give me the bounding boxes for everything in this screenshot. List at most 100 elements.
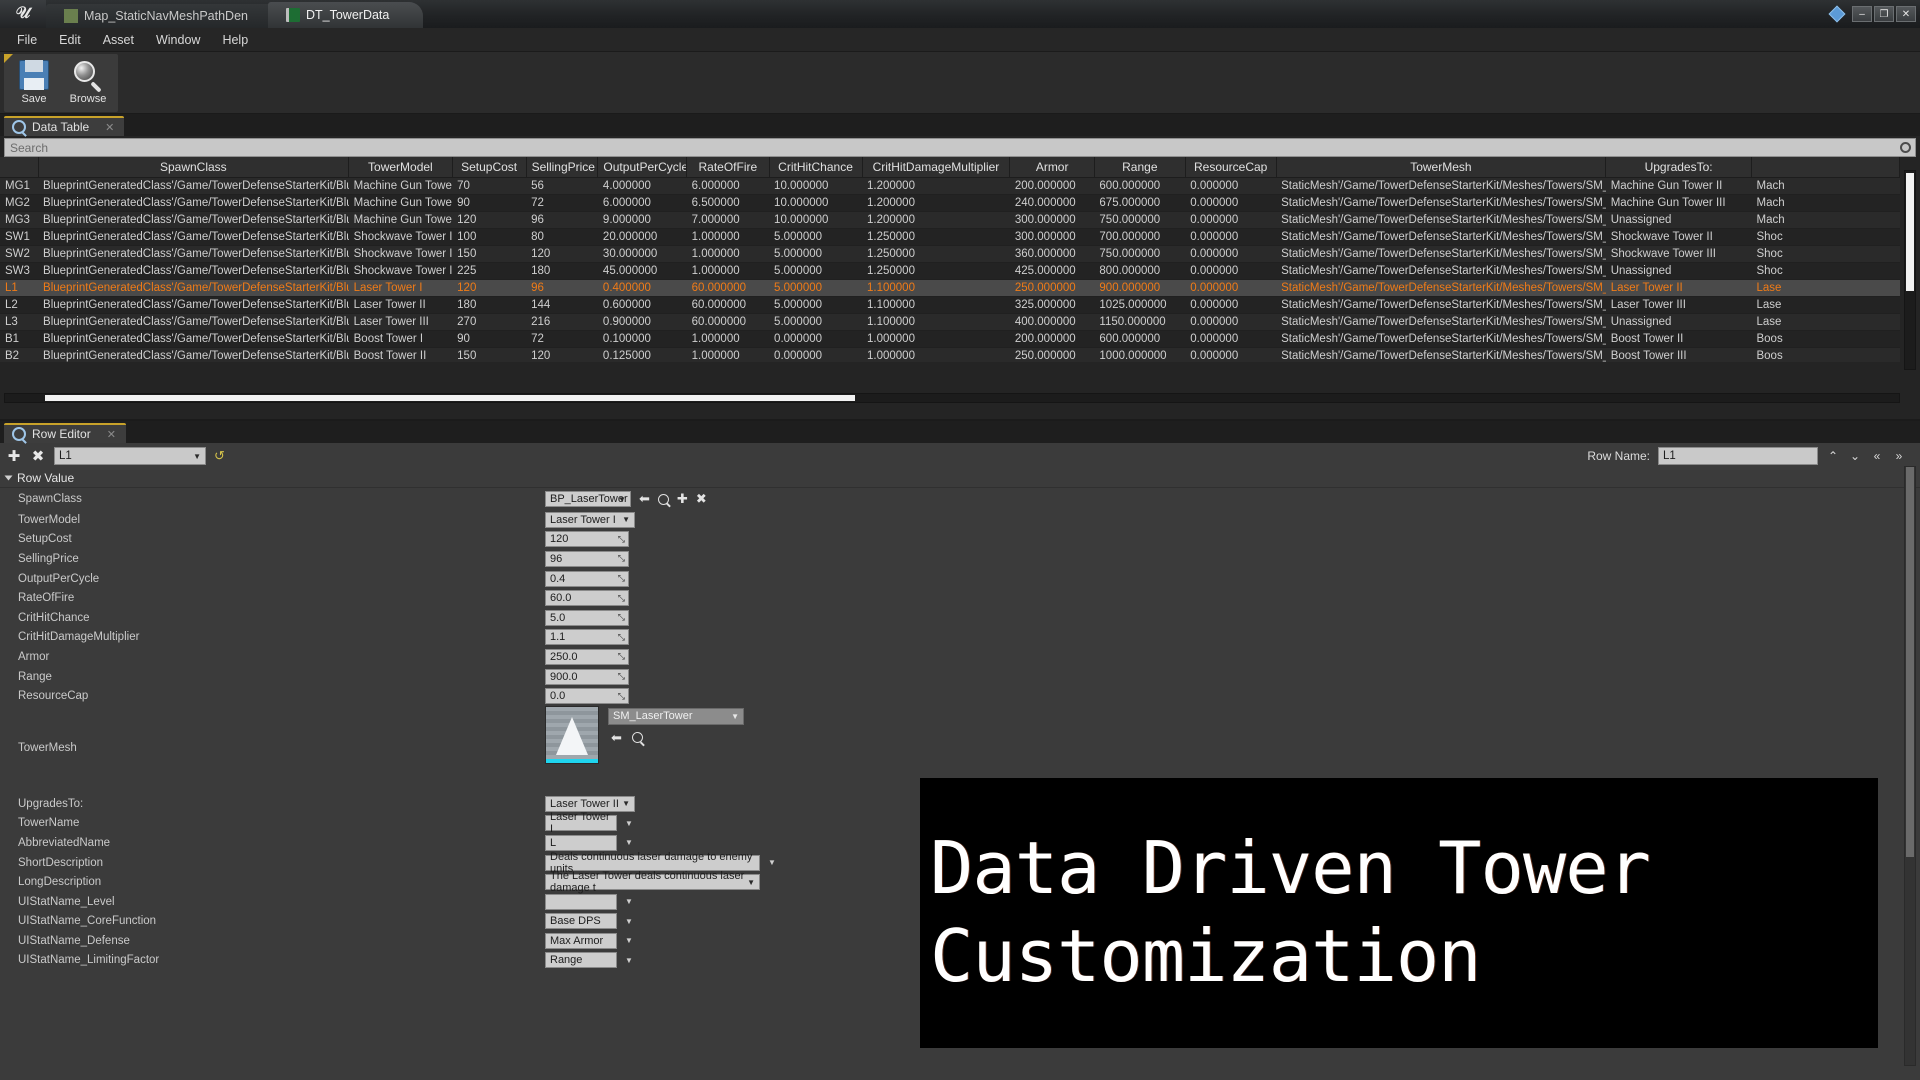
input-setupcost[interactable]: 120 ⤡: [545, 531, 629, 548]
back-arrow-icon[interactable]: ⬅: [611, 730, 622, 746]
minimize-button[interactable]: –: [1852, 6, 1872, 22]
restore-button[interactable]: ❐: [1874, 6, 1894, 22]
dropdown-longdescription[interactable]: The Laser Tower deals continuous laser d…: [545, 870, 760, 894]
col-resourcecap[interactable]: ResourceCap: [1185, 157, 1277, 178]
input-sellingprice[interactable]: 96 ⤡: [545, 550, 629, 567]
add-row-button[interactable]: ✚: [6, 447, 22, 465]
table-row[interactable]: L3 BlueprintGeneratedClass'/Game/TowerDef…: [0, 313, 1900, 331]
dropdown-shortdescription[interactable]: Deals continuous laser damage to enemy u…: [545, 851, 760, 875]
col-spawnclass[interactable]: SpawnClass: [38, 157, 350, 178]
input-outputpercycle[interactable]: 0.4 ⤡: [545, 570, 629, 587]
col-extra[interactable]: [1751, 157, 1901, 178]
table-row[interactable]: L2 BlueprintGeneratedClass'/Game/TowerDef…: [0, 296, 1900, 314]
close-icon[interactable]: ✕: [107, 428, 116, 441]
dropdown-uistatname-corefunction[interactable]: Base DPS: [545, 913, 617, 930]
input-rateoffire[interactable]: 60.0 ⤡: [545, 590, 629, 607]
table-row[interactable]: SW2 BlueprintGeneratedClass'/Game/TowerDe…: [0, 245, 1900, 263]
tab-data-table[interactable]: Data Table ✕: [4, 116, 125, 136]
towermesh-dropdown[interactable]: SM_LaserTower ▼: [608, 707, 744, 725]
static-mesh-thumbnail[interactable]: [545, 705, 599, 764]
chevron-down-icon[interactable]: ▼: [625, 897, 633, 906]
input-range[interactable]: 900.0 ⤡: [545, 668, 629, 685]
chevron-down-icon[interactable]: ▼: [768, 858, 776, 867]
input-resourcecap[interactable]: 0.0 ⤡: [545, 688, 629, 705]
spinner-icon[interactable]: ⤡: [618, 593, 625, 604]
move-down-icon[interactable]: ⌄: [1848, 449, 1862, 463]
col-towermodel[interactable]: TowerModel: [348, 157, 453, 178]
close-button[interactable]: ✕: [1896, 6, 1916, 22]
col-range[interactable]: Range: [1094, 157, 1186, 178]
data-table-hscrollbar[interactable]: [4, 393, 1900, 403]
spawnclass-dropdown[interactable]: BP_LaserTower ▼: [545, 491, 631, 507]
row-editor-vscroll-thumb[interactable]: [1906, 467, 1914, 857]
table-row[interactable]: MG1 BlueprintGeneratedClass'/Game/TowerDe…: [0, 177, 1900, 195]
spinner-icon[interactable]: ⤡: [618, 612, 625, 623]
move-bottom-icon[interactable]: »: [1892, 449, 1906, 463]
table-row[interactable]: MG2 BlueprintGeneratedClass'/Game/TowerDe…: [0, 194, 1900, 212]
move-top-icon[interactable]: «: [1870, 449, 1884, 463]
col-setupcost[interactable]: SetupCost: [452, 157, 527, 178]
table-row[interactable]: SW3 BlueprintGeneratedClass'/Game/TowerDe…: [0, 262, 1900, 280]
browse-icon[interactable]: [631, 732, 643, 744]
save-button[interactable]: Save: [8, 56, 60, 110]
spinner-icon[interactable]: ⤡: [618, 671, 625, 682]
row-name-input[interactable]: L1: [1658, 447, 1818, 465]
window-tab-datatable[interactable]: DT_TowerData: [267, 2, 424, 28]
col-sellingprice[interactable]: SellingPrice: [526, 157, 599, 178]
row-selector-dropdown[interactable]: L1 ▼: [54, 447, 206, 465]
close-icon[interactable]: ✕: [105, 121, 114, 134]
col-outputpercycle[interactable]: OutputPerCycle: [597, 157, 688, 178]
chevron-down-icon[interactable]: ▼: [625, 936, 633, 945]
dropdown-abbreviatedname[interactable]: L: [545, 834, 617, 851]
row-editor-vscrollbar[interactable]: [1904, 466, 1916, 1066]
spinner-icon[interactable]: ⤡: [618, 534, 625, 545]
window-tab-map[interactable]: Map_StaticNavMeshPathDen: [46, 4, 282, 28]
data-table-vscroll-thumb[interactable]: [1906, 173, 1914, 291]
chevron-down-icon[interactable]: ▼: [625, 819, 633, 828]
table-row[interactable]: MG3 BlueprintGeneratedClass'/Game/TowerDe…: [0, 211, 1900, 229]
menu-window[interactable]: Window: [145, 30, 211, 50]
clear-icon[interactable]: ✖: [696, 491, 707, 507]
dropdown-upgradesto[interactable]: Laser Tower II ▼: [545, 795, 635, 812]
data-table-hscroll-thumb[interactable]: [45, 395, 855, 401]
dropdown-towername[interactable]: Laser Tower I: [545, 811, 617, 835]
col-towermesh[interactable]: TowerMesh: [1276, 157, 1607, 178]
table-row[interactable]: L1 BlueprintGeneratedClass'/Game/TowerDef…: [0, 279, 1900, 297]
spinner-icon[interactable]: ⤡: [618, 651, 625, 662]
col-armor[interactable]: Armor: [1009, 157, 1095, 178]
col-crithitchance[interactable]: CritHitChance: [769, 157, 863, 178]
reset-icon[interactable]: ↺: [214, 448, 225, 464]
dropdown-uistatname-limitingfactor[interactable]: Range: [545, 952, 617, 969]
menu-file[interactable]: File: [6, 30, 48, 50]
back-arrow-icon[interactable]: ⬅: [639, 491, 650, 507]
table-row[interactable]: B2 BlueprintGeneratedClass'/Game/TowerDef…: [0, 347, 1900, 362]
tab-row-editor[interactable]: Row Editor ✕: [4, 423, 126, 443]
menu-edit[interactable]: Edit: [48, 30, 92, 50]
col-rowkey[interactable]: [0, 157, 39, 178]
chevron-down-icon[interactable]: ▼: [625, 838, 633, 847]
chevron-down-icon[interactable]: ▼: [625, 956, 633, 965]
data-table-scroll-area[interactable]: SpawnClass TowerModel SetupCost SellingP…: [0, 157, 1920, 362]
input-armor[interactable]: 250.0 ⤡: [545, 648, 629, 665]
browse-icon[interactable]: [657, 493, 669, 505]
input-crithitchance[interactable]: 5.0 ⤡: [545, 609, 629, 626]
table-row[interactable]: SW1 BlueprintGeneratedClass'/Game/TowerDe…: [0, 228, 1900, 246]
add-icon[interactable]: ✚: [677, 491, 688, 507]
menu-asset[interactable]: Asset: [92, 30, 145, 50]
col-rateoffire[interactable]: RateOfFire: [686, 157, 770, 178]
data-table-search[interactable]: Search: [4, 138, 1916, 157]
spinner-icon[interactable]: ⤡: [618, 632, 625, 643]
spinner-icon[interactable]: ⤡: [618, 573, 625, 584]
chevron-down-icon[interactable]: ▼: [625, 917, 633, 926]
spinner-icon[interactable]: ⤡: [618, 553, 625, 564]
data-table-vscrollbar[interactable]: [1904, 170, 1916, 370]
table-row[interactable]: B1 BlueprintGeneratedClass'/Game/TowerDef…: [0, 330, 1900, 348]
move-up-icon[interactable]: ⌃: [1826, 449, 1840, 463]
dropdown-uistatname-level[interactable]: [545, 893, 617, 910]
spinner-icon[interactable]: ⤡: [618, 691, 625, 702]
remove-row-button[interactable]: ✖: [30, 447, 46, 465]
browse-button[interactable]: Browse: [62, 56, 114, 110]
input-crithitdamagemultiplier[interactable]: 1.1 ⤡: [545, 629, 629, 646]
dropdown-uistatname-defense[interactable]: Max Armor: [545, 932, 617, 949]
dropdown-towermodel[interactable]: Laser Tower I ▼: [545, 511, 635, 528]
